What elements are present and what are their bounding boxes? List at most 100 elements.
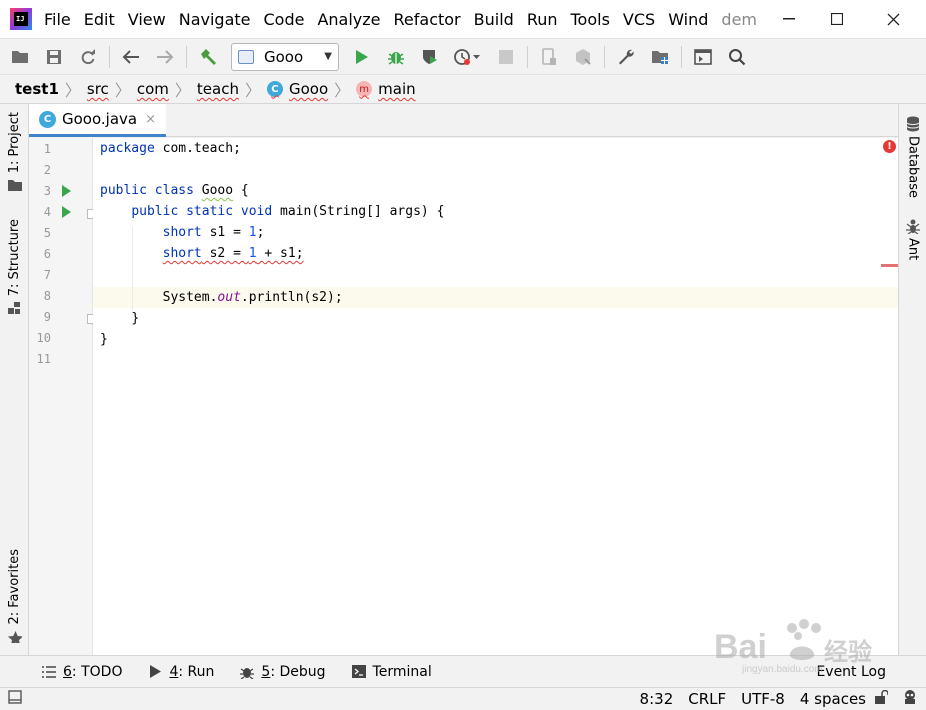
stop-button[interactable] (492, 43, 520, 71)
editor-gutter: 1 2 3 4 5 6 7 8 9 10 11 (29, 138, 96, 655)
menu-window[interactable]: Wind (668, 10, 708, 29)
forward-button[interactable] (151, 43, 179, 71)
coverage-button[interactable] (416, 43, 444, 71)
menu-code[interactable]: Code (264, 10, 305, 29)
breadcrumb-src[interactable]: src (87, 80, 109, 98)
breadcrumb-com[interactable]: com (137, 80, 169, 98)
chevron-right-icon: 〉 (114, 81, 131, 100)
list-icon (42, 665, 56, 679)
close-tab-icon[interactable]: × (145, 112, 156, 127)
settings-button[interactable] (612, 43, 640, 71)
breadcrumb-class[interactable]: C Gooo (266, 80, 329, 98)
menu-navigate[interactable]: Navigate (179, 10, 251, 29)
code-editor[interactable]: package com.teach; public class Gooo { p… (93, 138, 898, 655)
folder-grid-icon (652, 50, 668, 64)
device-icon (542, 47, 556, 65)
chevron-right-icon: 〉 (244, 81, 261, 100)
code-line-1: package com.teach; (100, 141, 241, 156)
sync-button[interactable] (74, 43, 102, 71)
structure-tool-tab[interactable]: 7: Structure (0, 219, 29, 315)
structure-icon (7, 302, 20, 315)
error-indicator-icon[interactable]: ! (883, 140, 896, 153)
folder-icon (7, 180, 22, 192)
package-icon (576, 48, 591, 65)
search-everywhere-button[interactable] (723, 43, 751, 71)
run-gutter-icon[interactable] (62, 206, 71, 218)
caret-position[interactable]: 8:32 (640, 690, 674, 708)
inspector-button[interactable] (902, 689, 918, 709)
todo-tool-tab[interactable]: 6: TODO (42, 664, 122, 680)
run-tool-tab[interactable]: 4: Run (148, 664, 214, 680)
line-number: 8 (43, 289, 51, 303)
editor-tab-bar: C Gooo.java × (29, 104, 898, 137)
code-line-6: short s2 = 1 + s1; (162, 246, 304, 261)
profile-dropdown-button[interactable] (450, 43, 486, 71)
favorites-tool-tab[interactable]: 2: Favorites (0, 549, 29, 643)
menu-file[interactable]: File (44, 10, 71, 29)
toolbar-separator (186, 45, 187, 68)
read-only-toggle[interactable] (874, 689, 889, 708)
ant-tool-tab[interactable]: Ant (899, 218, 926, 260)
code-line-5: short s1 = 1; (162, 225, 265, 240)
maximize-button[interactable] (814, 0, 860, 38)
intellij-logo-icon: IJ (10, 8, 32, 30)
terminal-tool-tab[interactable]: Terminal (351, 663, 432, 680)
breadcrumb-method[interactable]: m main (356, 80, 416, 98)
minimize-icon (783, 18, 795, 20)
open-folder-button[interactable] (6, 43, 34, 71)
file-encoding[interactable]: UTF-8 (741, 690, 785, 708)
close-window-button[interactable] (870, 0, 916, 38)
error-stripe-marker[interactable] (881, 264, 898, 267)
menu-analyze[interactable]: Analyze (317, 10, 380, 29)
run-gutter-icon[interactable] (62, 185, 71, 197)
minimize-button[interactable] (766, 0, 812, 38)
project-tool-tab[interactable]: 1: Project (0, 112, 29, 192)
save-all-button[interactable] (40, 43, 68, 71)
main-toolbar: Gooo ▼ (0, 38, 926, 74)
debug-button[interactable] (382, 43, 410, 71)
stop-icon (499, 49, 513, 64)
database-icon (906, 116, 920, 132)
indent-setting[interactable]: 4 spaces (800, 690, 866, 708)
terminal-tab-label: Terminal (372, 663, 432, 680)
project-structure-button[interactable] (646, 43, 674, 71)
run-config-dropdown[interactable]: Gooo ▼ (231, 42, 339, 71)
folder-icon (12, 51, 28, 63)
breadcrumb-class-label: Gooo (288, 80, 329, 98)
presentation-button[interactable] (689, 43, 717, 71)
menu-refactor[interactable]: Refactor (394, 10, 461, 29)
menu-view[interactable]: View (128, 10, 166, 29)
sdk-button[interactable] (569, 43, 597, 71)
chevron-down-icon: ▼ (324, 51, 332, 62)
menu-build[interactable]: Build (474, 10, 514, 29)
debug-tool-tab[interactable]: 5: Debug (240, 663, 326, 680)
editor-tab-gooo-java[interactable]: C Gooo.java × (29, 104, 166, 137)
chevron-right-icon: 〉 (174, 81, 191, 100)
window-title: dem (721, 9, 758, 29)
bug-icon (240, 665, 255, 679)
menu-run[interactable]: Run (527, 10, 558, 29)
back-button[interactable] (117, 43, 145, 71)
toolbar-separator (527, 45, 528, 68)
menu-edit[interactable]: Edit (84, 10, 115, 29)
menu-vcs[interactable]: VCS (623, 10, 655, 29)
breadcrumb-teach[interactable]: teach (197, 80, 239, 98)
menu-tools[interactable]: Tools (571, 10, 610, 29)
favorites-tab-label: 2: Favorites (7, 549, 22, 625)
project-tab-label: 1: Project (7, 112, 22, 174)
line-separator[interactable]: CRLF (688, 690, 726, 708)
ant-icon (906, 219, 920, 234)
code-line-4: public static void main(String[] args) { (131, 204, 445, 219)
line-number: 7 (43, 268, 51, 282)
build-button[interactable] (194, 43, 222, 71)
database-tool-tab[interactable]: Database (899, 116, 926, 198)
toolbar-separator (681, 45, 682, 68)
device-button[interactable] (535, 43, 563, 71)
chevron-right-icon: 〉 (334, 81, 351, 100)
watermark-text: Bai (714, 628, 767, 666)
breadcrumb-project[interactable]: test1 (15, 80, 59, 98)
toggle-tool-windows-button[interactable] (8, 690, 22, 708)
debug-tab-number: 5 (261, 663, 271, 680)
run-button[interactable] (348, 43, 376, 71)
structure-tab-label: 7: Structure (7, 219, 22, 297)
